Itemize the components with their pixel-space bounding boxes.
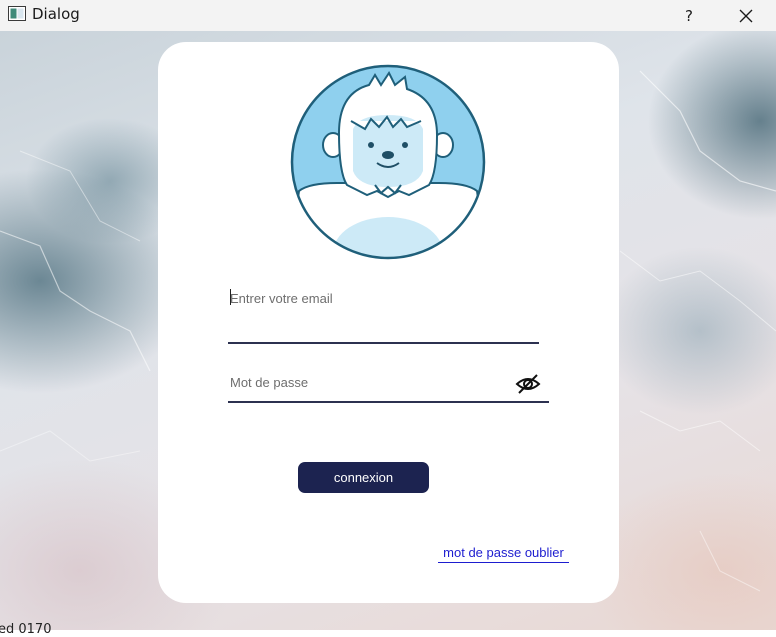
email-input[interactable] (228, 288, 530, 308)
connect-button[interactable]: connexion (298, 462, 429, 493)
close-icon (739, 9, 753, 22)
forgot-password-link[interactable]: mot de passe oublier (438, 544, 569, 563)
password-toggle-button[interactable] (515, 373, 541, 395)
window-app-icon (8, 6, 26, 21)
email-field[interactable] (228, 282, 539, 344)
password-input[interactable] (228, 372, 500, 392)
title-bar: Dialog ? (0, 0, 776, 31)
text-caret (230, 289, 231, 305)
eye-off-icon (515, 374, 541, 394)
yeti-avatar-icon (290, 64, 486, 260)
window-title: Dialog (32, 5, 80, 23)
password-field[interactable] (228, 366, 549, 403)
help-button[interactable]: ? (672, 0, 706, 31)
close-button[interactable] (728, 0, 764, 31)
